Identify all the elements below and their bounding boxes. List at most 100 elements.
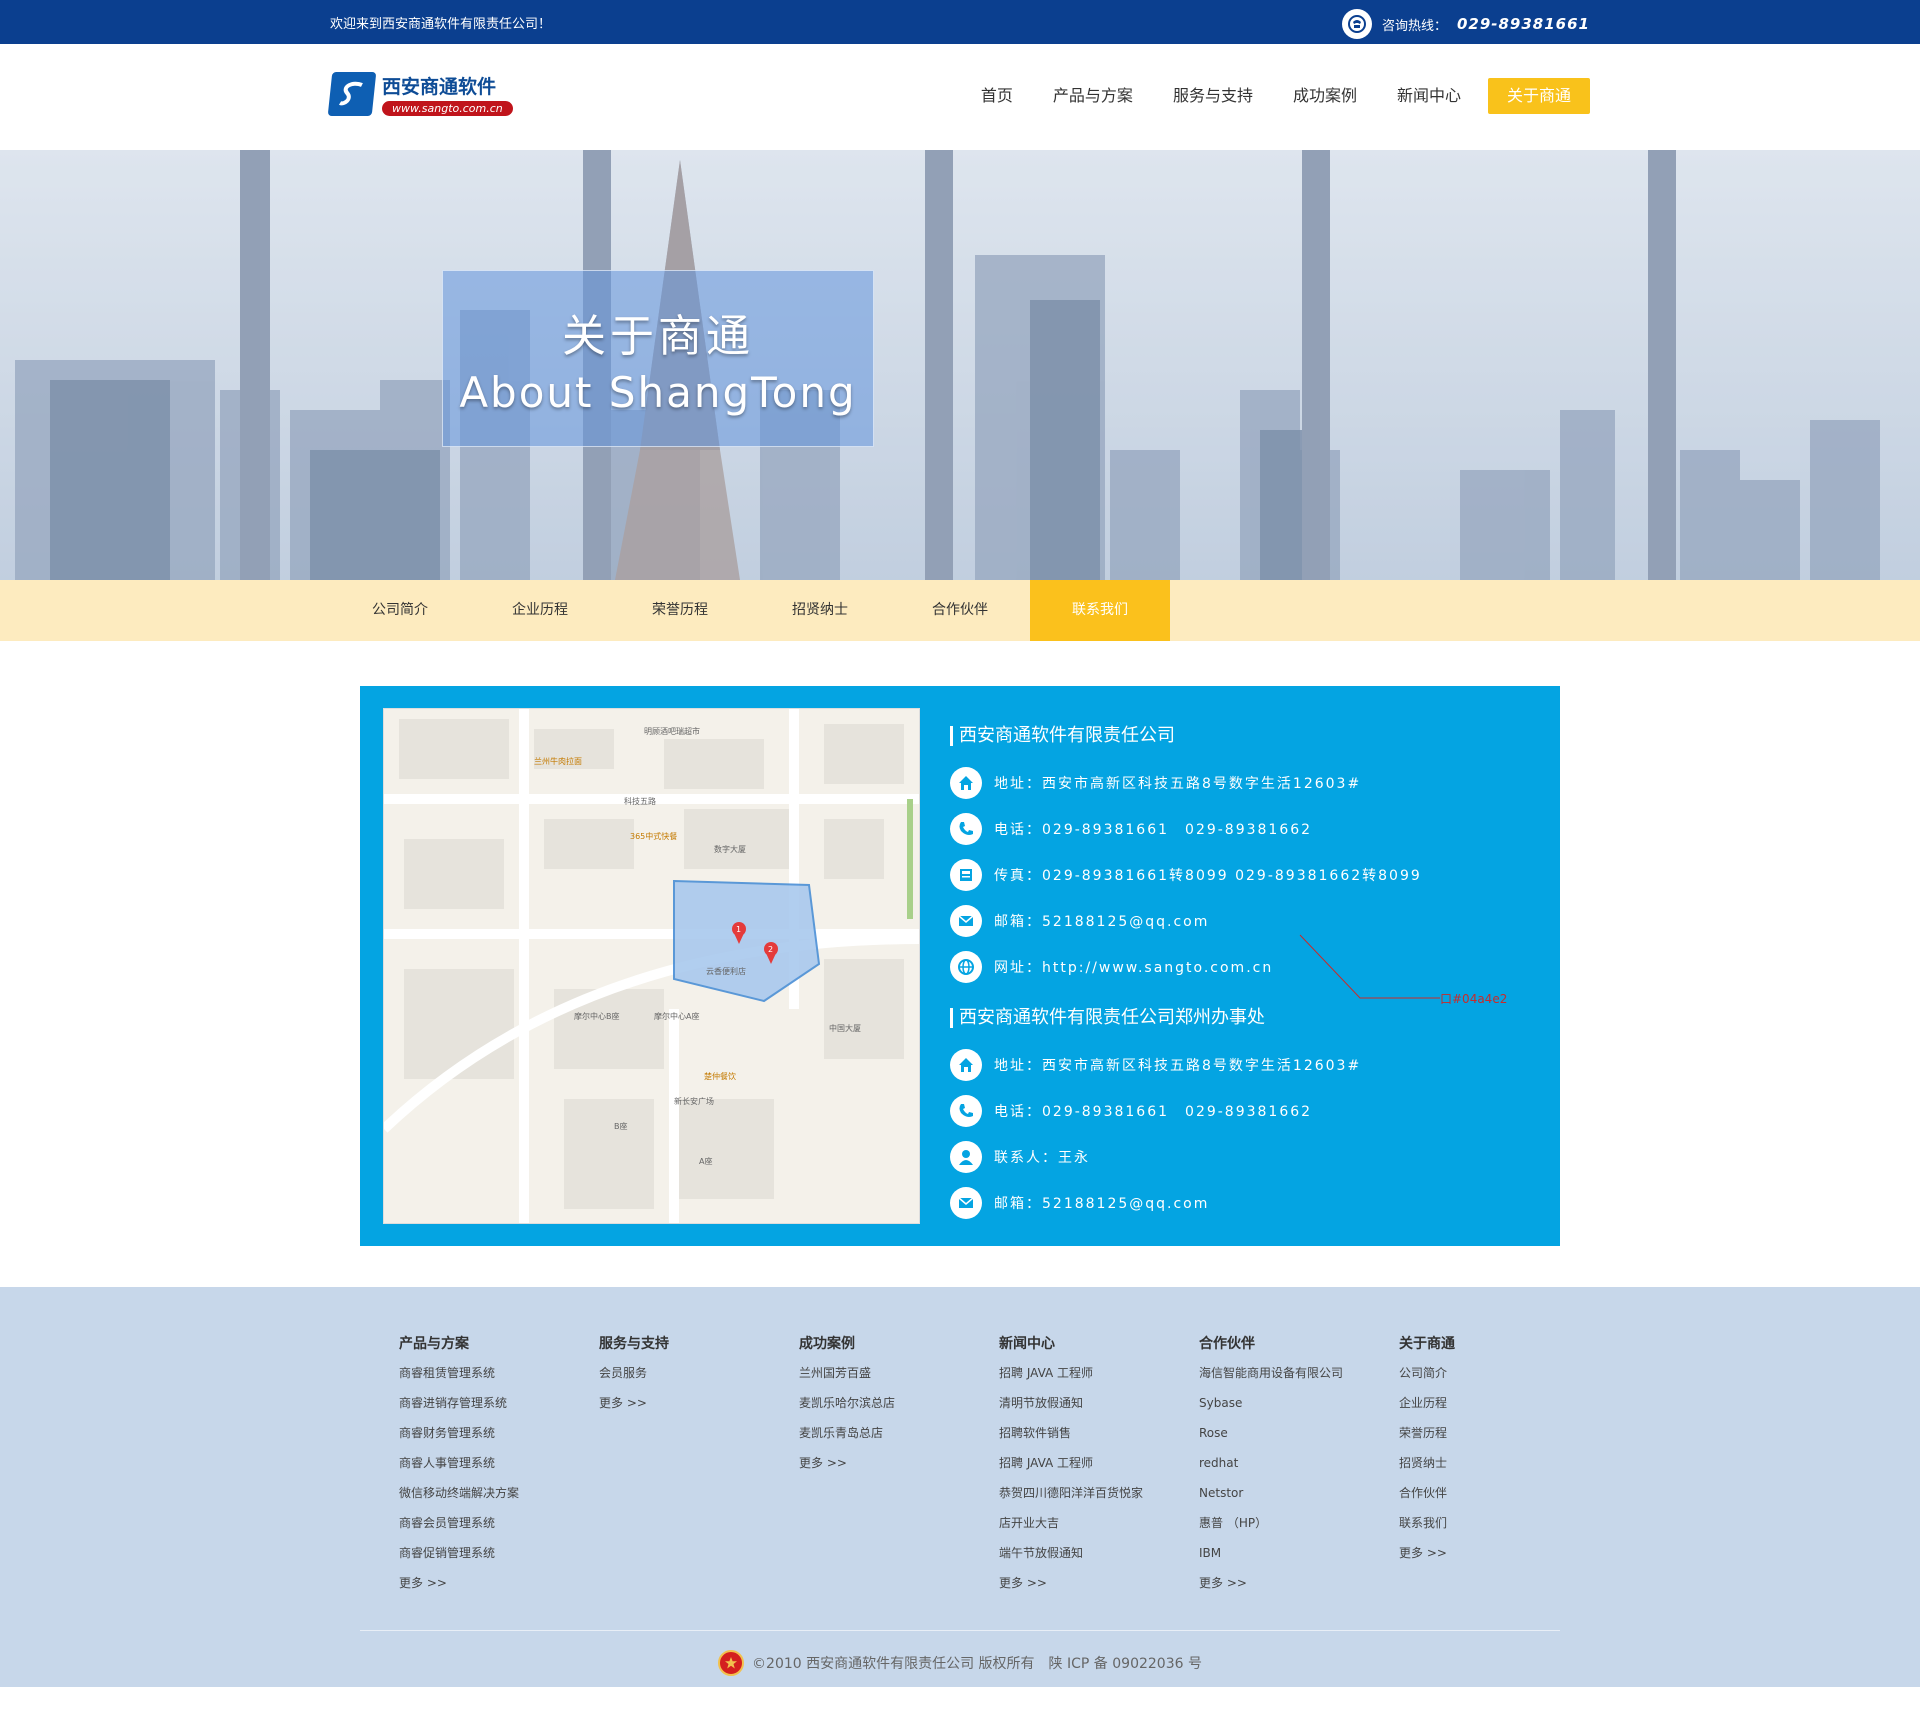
footer-more-link[interactable]: 更多 >>	[399, 1573, 599, 1603]
hq-address: 地址：西安市高新区科技五路8号数字生活12603#	[994, 776, 1362, 792]
color-annotation-line	[1299, 934, 1440, 999]
subnav-honors[interactable]: 荣誉历程	[610, 580, 750, 641]
nav-cases[interactable]: 成功案例	[1280, 78, 1370, 114]
footer-link[interactable]: 商睿会员管理系统	[399, 1513, 599, 1543]
footer-link[interactable]: redhat	[1199, 1453, 1399, 1483]
copyright-text: ©2010 西安商通软件有限责任公司 版权所有 陕 ICP 备 09022036…	[752, 1656, 1202, 1672]
welcome-text: 欢迎来到西安商通软件有限责任公司！	[330, 17, 552, 32]
footer-link[interactable]: 商睿租赁管理系统	[399, 1363, 599, 1393]
footer-link[interactable]: Sybase	[1199, 1393, 1399, 1423]
hq-website[interactable]: 网址：http://www.sangto.com.cn	[994, 957, 1273, 977]
hotline: 咨询热线： 029-89381661	[1341, 9, 1590, 39]
nav-products[interactable]: 产品与方案	[1040, 78, 1146, 114]
footer-link[interactable]: 招贤纳士	[1399, 1453, 1599, 1483]
svg-text:365中式快餐: 365中式快餐	[630, 831, 677, 841]
city-skyline-image	[0, 150, 1920, 580]
subnav-partners[interactable]: 合作伙伴	[890, 580, 1030, 641]
footer-link[interactable]: 合作伙伴	[1399, 1483, 1599, 1513]
footer-col-title: 产品与方案	[399, 1336, 469, 1352]
email-icon	[950, 905, 982, 937]
site-footer: 产品与方案 商睿租赁管理系统 商睿进销存管理系统 商睿财务管理系统 商睿人事管理…	[0, 1287, 1920, 1687]
svg-text:1: 1	[736, 925, 741, 934]
footer-link[interactable]: 会员服务	[599, 1363, 799, 1393]
footer-link[interactable]: 恭贺四川德阳洋洋百货悦家	[999, 1483, 1199, 1513]
zz-email[interactable]: 邮箱：52188125@qq.com	[994, 1193, 1209, 1213]
svg-text:A座: A座	[699, 1156, 712, 1166]
color-annotation-label: 口#04a4e2	[1440, 992, 1508, 1006]
footer-more-link[interactable]: 更多 >>	[999, 1573, 1199, 1603]
phone-handset-icon	[950, 1095, 982, 1127]
main-nav: 首页 产品与方案 服务与支持 成功案例 新闻中心 关于商通	[954, 78, 1590, 114]
logo-name: 西安商通软件	[382, 76, 497, 98]
footer-link[interactable]: Rose	[1199, 1423, 1399, 1453]
banner-title-box: 关于商通 About ShangTong	[442, 270, 874, 447]
nav-services[interactable]: 服务与支持	[1160, 78, 1266, 114]
fax-icon	[950, 859, 982, 891]
footer-link[interactable]: 荣誉历程	[1399, 1423, 1599, 1453]
footer-col-title: 服务与支持	[599, 1336, 669, 1352]
subnav-careers[interactable]: 招贤纳士	[750, 580, 890, 641]
hero-banner: 关于商通 About ShangTong	[0, 150, 1920, 580]
svg-text:2: 2	[768, 945, 773, 954]
logo-mark-icon	[327, 72, 377, 116]
footer-link[interactable]: 企业历程	[1399, 1393, 1599, 1423]
footer-link[interactable]: IBM	[1199, 1543, 1399, 1573]
footer-more-link[interactable]: 更多 >>	[1399, 1543, 1599, 1573]
footer-link[interactable]: 商睿促销管理系统	[399, 1543, 599, 1573]
company-name-zhengzhou: 西安商通软件有限责任公司郑州办事处	[950, 1008, 1422, 1028]
copyright-bar: ©2010 西安商通软件有限责任公司 版权所有 陕 ICP 备 09022036…	[0, 1650, 1920, 1676]
zz-phone-row: 电话：029-89381661 029-89381662	[950, 1088, 1422, 1134]
footer-link[interactable]: 招聘 JAVA 工程师	[999, 1363, 1199, 1393]
nav-home[interactable]: 首页	[968, 78, 1026, 114]
footer-link[interactable]: 麦凯乐哈尔滨总店	[799, 1393, 999, 1423]
about-subnav: 公司简介 企业历程 荣誉历程 招贤纳士 合作伙伴 联系我们	[0, 580, 1920, 641]
hotline-number: 029-89381661	[1456, 15, 1590, 33]
hq-email[interactable]: 邮箱：52188125@qq.com	[994, 911, 1209, 931]
svg-text:新长安广场: 新长安广场	[674, 1096, 714, 1106]
footer-link[interactable]: 公司简介	[1399, 1363, 1599, 1393]
footer-link[interactable]: 店开业大吉	[999, 1513, 1199, 1543]
subnav-history[interactable]: 企业历程	[470, 580, 610, 641]
svg-text:楚仲餐饮: 楚仲餐饮	[704, 1071, 736, 1081]
svg-text:科技五路: 科技五路	[624, 796, 656, 806]
footer-more-link[interactable]: 更多 >>	[599, 1393, 799, 1423]
map-graphic: 1 2 科技五路 数字大厦 365中式快餐 兰州牛肉拉面 云香便利店 摩尔中心A座…	[384, 709, 919, 1223]
hq-phone-row: 电话：029-89381661 029-89381662	[950, 806, 1422, 852]
footer-link[interactable]: 麦凯乐青岛总店	[799, 1423, 999, 1453]
hq-fax: 传真：029-89381661转8099 029-89381662转8099	[994, 868, 1422, 884]
zz-phone: 电话：029-89381661 029-89381662	[994, 1104, 1313, 1120]
footer-col-title: 合作伙伴	[1199, 1336, 1255, 1352]
footer-link[interactable]: 端午节放假通知	[999, 1543, 1199, 1573]
footer-link[interactable]: 联系我们	[1399, 1513, 1599, 1543]
location-map[interactable]: 1 2 科技五路 数字大厦 365中式快餐 兰州牛肉拉面 云香便利店 摩尔中心A座…	[383, 708, 920, 1224]
footer-link[interactable]: 兰州国芳百盛	[799, 1363, 999, 1393]
hq-phone: 电话：029-89381661 029-89381662	[994, 822, 1313, 838]
hotline-label: 咨询热线：	[1381, 18, 1447, 34]
footer-link[interactable]: 商睿人事管理系统	[399, 1453, 599, 1483]
police-emblem-icon[interactable]	[718, 1650, 745, 1676]
footer-link[interactable]: 商睿进销存管理系统	[399, 1393, 599, 1423]
hq-address-row: 地址：西安市高新区科技五路8号数字生活12603#	[950, 760, 1422, 806]
subnav-contact-us[interactable]: 联系我们	[1030, 580, 1170, 641]
footer-link[interactable]: 招聘软件销售	[999, 1423, 1199, 1453]
nav-news[interactable]: 新闻中心	[1384, 78, 1474, 114]
footer-columns: 产品与方案 商睿租赁管理系统 商睿进销存管理系统 商睿财务管理系统 商睿人事管理…	[399, 1333, 1599, 1603]
footer-col-services: 服务与支持 会员服务 更多 >>	[599, 1333, 799, 1603]
site-logo[interactable]: 西安商通软件 www.sangto.com.cn	[327, 72, 513, 116]
banner-title-en: About ShangTong	[459, 368, 857, 417]
subnav-company-profile[interactable]: 公司简介	[330, 580, 470, 641]
site-header: 西安商通软件 www.sangto.com.cn 首页 产品与方案 服务与支持 …	[0, 44, 1920, 150]
footer-link[interactable]: 招聘 JAVA 工程师	[999, 1453, 1199, 1483]
svg-text:摩尔中心A座: 摩尔中心A座	[654, 1011, 699, 1021]
footer-more-link[interactable]: 更多 >>	[1199, 1573, 1399, 1603]
zz-contact-person: 联系人：王永	[994, 1150, 1090, 1166]
footer-link[interactable]: 商睿财务管理系统	[399, 1423, 599, 1453]
footer-link[interactable]: 微信移动终端解决方案	[399, 1483, 599, 1513]
footer-link[interactable]: Netstor	[1199, 1483, 1399, 1513]
footer-link[interactable]: 惠普 （HP）	[1199, 1513, 1399, 1543]
footer-link[interactable]: 清明节放假通知	[999, 1393, 1199, 1423]
footer-more-link[interactable]: 更多 >>	[799, 1453, 999, 1483]
svg-text:兰州牛肉拉面: 兰州牛肉拉面	[534, 756, 582, 766]
footer-link[interactable]: 海信智能商用设备有限公司	[1199, 1363, 1399, 1393]
nav-about[interactable]: 关于商通	[1487, 78, 1590, 114]
